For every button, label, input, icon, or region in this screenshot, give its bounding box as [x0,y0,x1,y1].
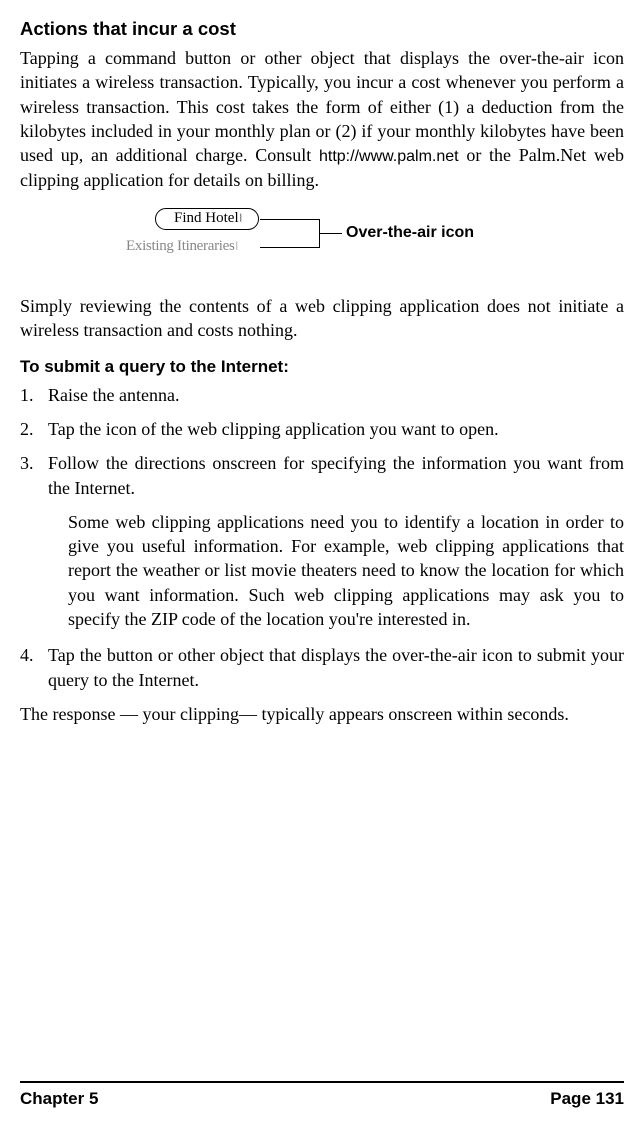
footer-page: Page 131 [550,1089,624,1109]
page-footer: Chapter 5 Page 131 [20,1081,624,1109]
steps-list-cont: 4. Tap the button or other object that d… [20,643,624,692]
step-text: Tap the button or other object that disp… [48,643,624,692]
paragraph-review: Simply reviewing the contents of a web c… [20,294,624,343]
paragraph-cost: Tapping a command button or other object… [20,46,624,192]
step-4: 4. Tap the button or other object that d… [20,643,624,692]
section-heading: Actions that incur a cost [20,18,624,40]
existing-itineraries-label: Existing Itineraries⦚ [126,238,236,255]
sub-heading: To submit a query to the Internet: [20,357,624,377]
step-2: 2. Tap the icon of the web clipping appl… [20,417,624,441]
step-number: 2. [20,417,48,441]
step-number: 4. [20,643,48,692]
step-number: 3. [20,451,48,500]
callout-line [320,233,342,234]
steps-list: 1. Raise the antenna. 2. Tap the icon of… [20,383,624,500]
callout-line [260,247,320,248]
step-text: Tap the icon of the web clipping applica… [48,417,624,441]
callout-line [260,219,320,220]
over-the-air-figure: Find Hotel⦚ Existing Itineraries⦚ Over-t… [20,206,624,280]
callout-label: Over-the-air icon [346,224,474,242]
find-hotel-label: Find Hotel [174,210,239,226]
step-text: Follow the directions onscreen for speci… [48,451,624,500]
step-3: 3. Follow the directions onscreen for sp… [20,451,624,500]
paragraph-response: The response — your clipping— typically … [20,702,624,726]
palm-url: http://www.palm.net [319,148,459,165]
footer-chapter: Chapter 5 [20,1089,98,1109]
step-text: Raise the antenna. [48,383,624,407]
step-3-detail: Some web clipping applications need you … [68,510,624,631]
step-number: 1. [20,383,48,407]
step-1: 1. Raise the antenna. [20,383,624,407]
gray-label-text: Existing Itineraries [126,238,235,254]
find-hotel-button: Find Hotel⦚ [155,208,259,230]
